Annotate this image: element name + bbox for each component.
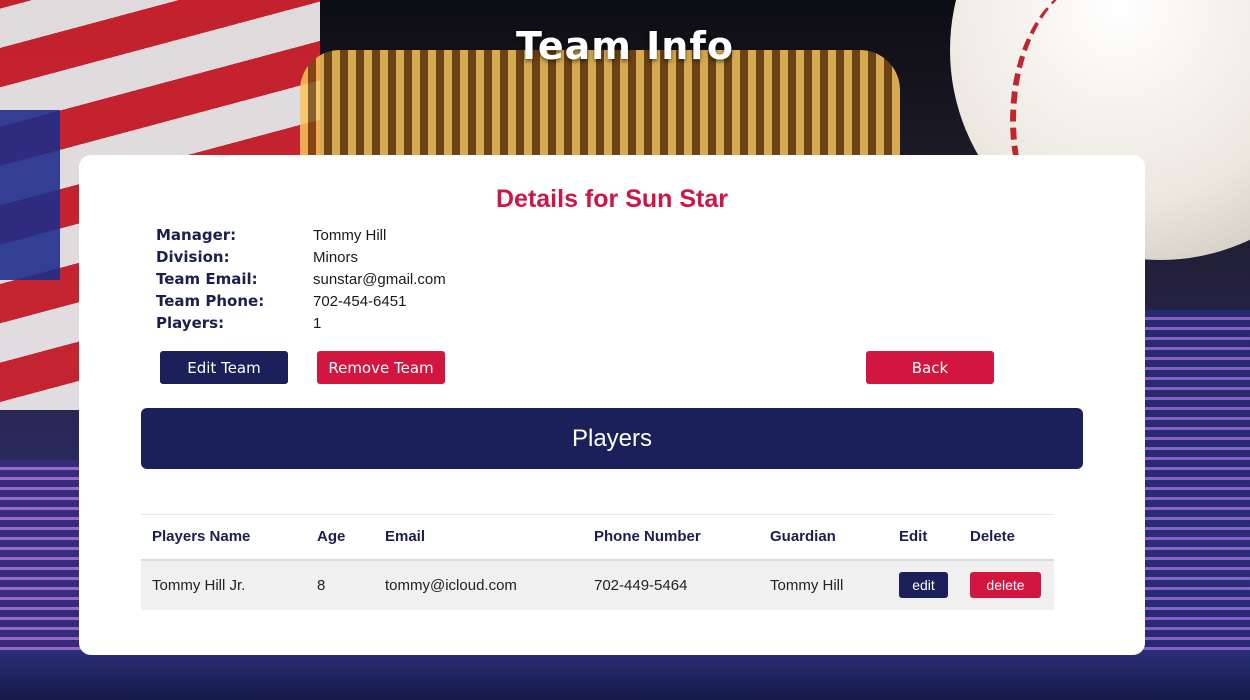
remove-team-button[interactable]: Remove Team (317, 351, 445, 384)
back-button[interactable]: Back (866, 351, 994, 384)
detail-label: Manager: (156, 226, 237, 244)
detail-row-email: Team Email: sunstar@gmail.com (156, 268, 446, 290)
table-row: Tommy Hill Jr. 8 tommy@icloud.com 702-44… (141, 559, 1054, 610)
detail-value: Minors (313, 248, 359, 266)
column-header-phone: Phone Number (583, 514, 759, 561)
column-header-age: Age (306, 514, 374, 561)
column-header-delete: Delete (959, 514, 1054, 561)
detail-row-manager: Manager: Tommy Hill (156, 224, 446, 246)
player-age: 8 (306, 559, 374, 610)
edit-team-button[interactable]: Edit Team (160, 351, 288, 384)
players-section-header: Players (141, 408, 1083, 469)
team-card: Details for Sun Star Manager: Tommy Hill… (79, 155, 1145, 655)
player-edit-cell: edit (888, 559, 959, 610)
player-email: tommy@icloud.com (374, 559, 583, 610)
bottom-strip-decoration (0, 650, 1250, 700)
table-header-row: Players Name Age Email Phone Number Guar… (141, 514, 1054, 561)
edit-player-button[interactable]: edit (899, 572, 948, 598)
player-guardian: Tommy Hill (759, 559, 888, 610)
detail-row-players: Players: 1 (156, 312, 446, 334)
player-delete-cell: delete (959, 559, 1054, 610)
detail-value: Tommy Hill (313, 226, 387, 244)
detail-label: Players: (156, 314, 225, 332)
detail-value: 1 (313, 314, 322, 332)
city-lights-right-decoration (1140, 310, 1250, 700)
detail-label: Team Email: (156, 270, 258, 288)
detail-label: Team Phone: (156, 292, 265, 310)
player-phone: 702-449-5464 (583, 559, 759, 610)
column-header-guardian: Guardian (759, 514, 888, 561)
hotel-decoration (300, 50, 900, 170)
detail-value: 702-454-6451 (313, 292, 407, 310)
player-name: Tommy Hill Jr. (141, 559, 306, 610)
column-header-edit: Edit (888, 514, 959, 561)
team-heading: Details for Sun Star (496, 185, 728, 213)
delete-player-button[interactable]: delete (970, 572, 1041, 598)
page-title: Team Info (516, 24, 734, 68)
detail-value: sunstar@gmail.com (313, 270, 446, 288)
flag-canton-decoration (0, 110, 60, 280)
team-details: Manager: Tommy Hill Division: Minors Tea… (156, 224, 446, 334)
detail-label: Division: (156, 248, 230, 266)
detail-row-phone: Team Phone: 702-454-6451 (156, 290, 446, 312)
players-table: Players Name Age Email Phone Number Guar… (141, 514, 1054, 610)
column-header-email: Email (374, 514, 583, 561)
detail-row-division: Division: Minors (156, 246, 446, 268)
column-header-name: Players Name (141, 514, 306, 561)
